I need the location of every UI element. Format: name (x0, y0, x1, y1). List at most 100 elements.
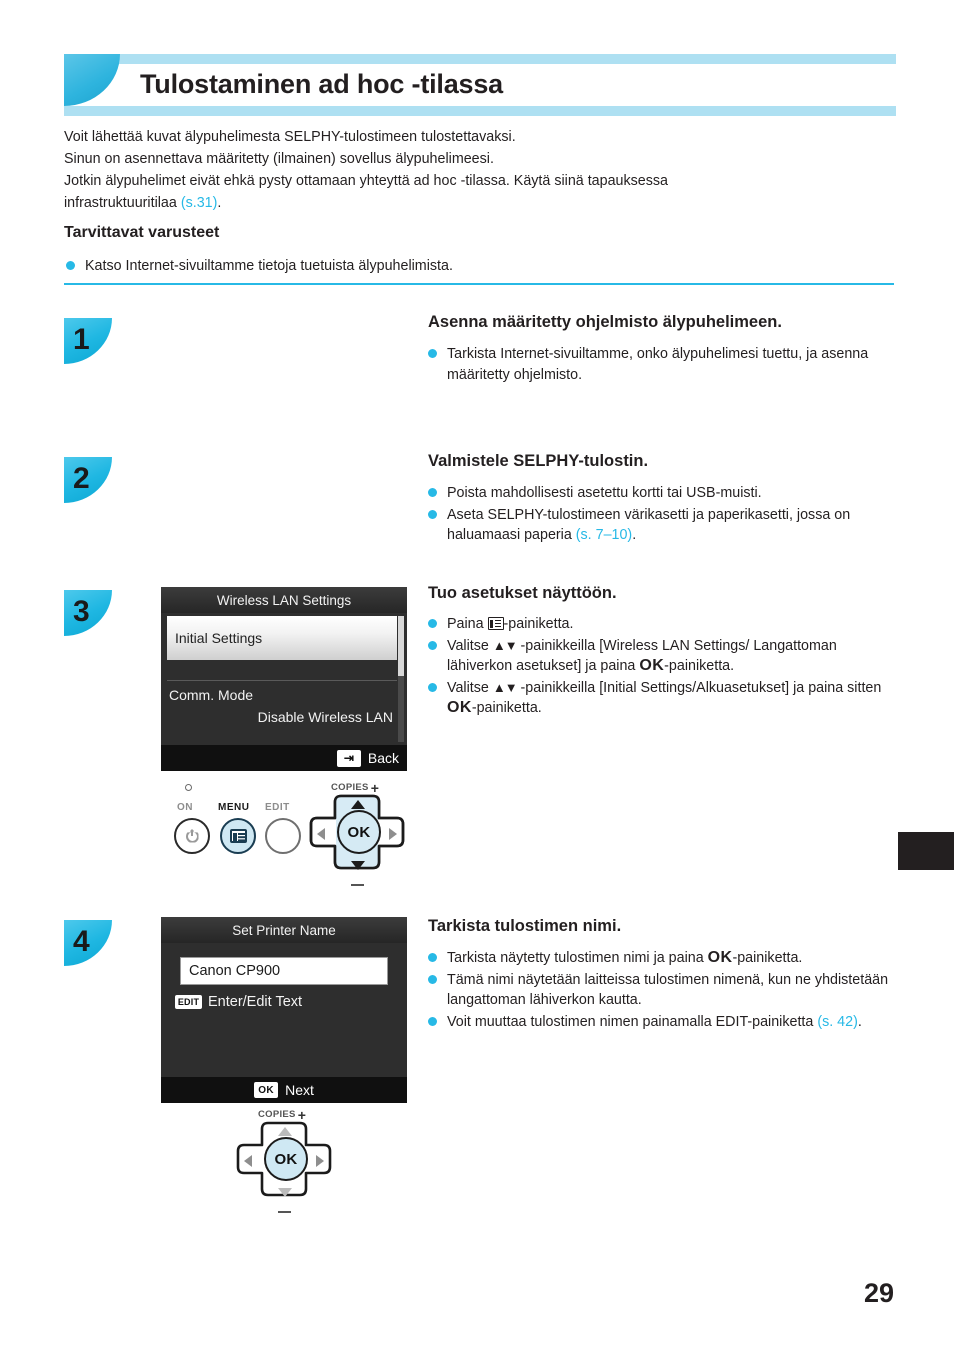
list-item: Voit muuttaa tulostimen nimen painamalla… (428, 1012, 898, 1033)
lcd-comm-mode-value: Disable Wireless LAN (257, 709, 393, 725)
requirements-bullet-text: Katso Internet-sivuiltamme tietoja tuetu… (85, 258, 453, 274)
plus-icon: + (297, 1106, 307, 1123)
lcd-footer-next-label: Next (285, 1082, 314, 1098)
lcd-scrollbar[interactable] (398, 616, 404, 742)
bullet-dot-icon (428, 488, 437, 497)
step-3-b3-pre: Valitse (447, 679, 493, 696)
printer-name-input[interactable]: Canon CP900 (180, 957, 388, 985)
lcd-footer-wireless: ⇥ Back (161, 745, 407, 771)
step-4-title: Tarkista tulostimen nimi. (428, 917, 622, 935)
up-down-arrow-icon: ▲▼ (492, 637, 518, 653)
dpad-down-arrow-icon[interactable] (278, 1188, 292, 1197)
step-badge-4: 4 (64, 920, 112, 966)
back-icon: ⇥ (336, 749, 361, 767)
copies-label: COPIES + (331, 781, 379, 795)
list-item: Poista mahdollisesti asetettu kortti tai… (428, 483, 898, 504)
step-2-title: Valmistele SELPHY-tulostin. (428, 452, 649, 470)
intro-line-3: Jotkin älypuhelimet eivät ehkä pysty ott… (64, 173, 668, 189)
requirements-heading: Tarvittavat varusteet (64, 224, 220, 241)
lcd-title-wireless: Wireless LAN Settings (161, 587, 407, 613)
lcd-footer-printer-name: OK Next (161, 1077, 407, 1103)
step-3-bullet-3: Valitse ▲▼ -painikkeilla [Initial Settin… (447, 678, 898, 719)
lcd-footer-back-label: Back (367, 750, 399, 766)
page-header-banner: Tulostaminen ad hoc -tilassa (64, 54, 896, 116)
edit-button-label: EDIT (265, 802, 290, 813)
dpad-down-arrow-icon[interactable] (351, 861, 365, 870)
bullet-dot-icon (428, 682, 437, 692)
copies-text: COPIES (258, 1109, 296, 1120)
lcd-edit-text-label: Enter/Edit Text (208, 994, 303, 1010)
bullet-dot-icon (428, 953, 437, 962)
menu-button-label: MENU (218, 802, 250, 813)
step-4-bullet-2: Tämä nimi näytetään laitteissa tulostime… (447, 971, 889, 1009)
dpad-up-arrow-icon[interactable] (351, 800, 365, 809)
page-title: Tulostaminen ad hoc -tilassa (140, 68, 503, 99)
step-3-b1-post: -painiketta. (503, 616, 574, 632)
list-item: Aseta SELPHY-tulostimeen värikasetti ja … (428, 505, 898, 546)
step-2-bullet-1: Poista mahdollisesti asetettu kortti tai… (447, 485, 762, 501)
list-item: Valitse ▲▼ -painikkeilla [Initial Settin… (428, 678, 898, 719)
page-reference-s31[interactable]: (s.31) (181, 195, 218, 211)
dpad-up-arrow-icon[interactable] (278, 1127, 292, 1136)
step-badge-1: 1 (64, 318, 112, 364)
dpad-right-arrow-icon[interactable] (389, 828, 397, 840)
intro-line-4: infrastruktuuritilaa (s.31). (64, 192, 894, 214)
bullet-dot-icon (428, 974, 437, 984)
lcd-menu-item-comm-mode[interactable]: Comm. Mode (167, 681, 397, 703)
step-3-bullet-1: Paina -painiketta. (447, 614, 898, 635)
section-divider (64, 283, 894, 285)
navigation-dpad[interactable]: COPIES + OK (236, 1108, 332, 1213)
bullet-dot-icon (428, 349, 437, 358)
lcd-screen-set-printer-name: Set Printer Name Canon CP900 EDIT Enter/… (161, 917, 407, 1103)
ok-button[interactable]: OK (264, 1137, 308, 1181)
ok-button-label: OK (707, 949, 733, 966)
list-item: Tarkista Internet-sivuiltamme, onko älyp… (428, 344, 898, 385)
step-2-list: Poista mahdollisesti asetettu kortti tai… (428, 483, 898, 547)
step-number-1: 1 (73, 323, 90, 356)
copies-label: COPIES + (258, 1106, 307, 1123)
lcd-scrollbar-thumb[interactable] (398, 616, 404, 677)
minus-icon (351, 883, 364, 886)
up-down-arrow-icon: ▲▼ (492, 679, 518, 695)
list-item: Paina -painiketta. (428, 614, 898, 635)
ok-button[interactable]: OK (337, 810, 381, 854)
step-badge-2: 2 (64, 457, 112, 503)
ok-button-label: OK (447, 699, 472, 716)
step-4-b1-pre: Tarkista näytetty tulostimen nimi ja pai… (447, 950, 708, 966)
lcd-title-printer-name: Set Printer Name (161, 917, 407, 943)
list-item: Tarkista näytetty tulostimen nimi ja pai… (428, 948, 898, 969)
step-3-bullet-2: Valitse ▲▼ -painikkeilla [Wireless LAN S… (447, 636, 898, 677)
on-button-label: ON (177, 802, 193, 813)
manual-page: Tulostaminen ad hoc -tilassa Voit lähett… (0, 0, 954, 1354)
chapter-edge-tab (898, 832, 954, 870)
intro-line-4-period: . (217, 195, 222, 211)
power-button[interactable] (174, 818, 210, 854)
copies-text: COPIES (331, 782, 369, 793)
power-icon (185, 829, 199, 843)
step-3-title: Tuo asetukset näyttöön. (428, 584, 617, 602)
dpad-left-arrow-icon[interactable] (317, 828, 325, 840)
step-number-3: 3 (73, 595, 90, 628)
navigation-dpad[interactable]: COPIES + OK (309, 781, 405, 886)
dpad-right-arrow-icon[interactable] (316, 1155, 324, 1167)
lcd-menu-item-initial-settings[interactable]: Initial Settings (167, 616, 397, 660)
ok-button-label: OK (639, 657, 665, 674)
printer-button-panel-diagram: ON MENU EDIT COPIES + OK (170, 780, 405, 886)
intro-line-1: Voit lähettää kuvat älypuhelimesta SELPH… (64, 129, 516, 145)
page-reference-s42[interactable]: (s. 42) (817, 1014, 858, 1030)
lcd-screen-wireless-lan-settings: Wireless LAN Settings Initial Settings C… (161, 587, 407, 771)
intro-paragraph: Voit lähettää kuvat älypuhelimesta SELPH… (64, 126, 894, 214)
step-badge-3: 3 (64, 590, 112, 636)
lcd-edit-text-hint[interactable]: EDIT Enter/Edit Text (175, 994, 407, 1010)
page-reference-s7-10[interactable]: (s. 7–10) (576, 527, 632, 543)
step-3-b3-mid: -painikkeilla [Initial Settings/Alkuaset… (516, 679, 882, 696)
step-2-bullet-2-period: . (632, 527, 637, 543)
step-1-title: Asenna määritetty ohjelmisto älypuhelime… (428, 313, 782, 331)
dpad-left-arrow-icon[interactable] (244, 1155, 252, 1167)
edit-button[interactable] (265, 818, 301, 854)
menu-button-icon (487, 617, 504, 630)
step-4-b3-pre: Voit muuttaa tulostimen nimen painamalla… (447, 1013, 818, 1030)
step-3-b3-post: -painiketta. (471, 700, 542, 716)
menu-button[interactable] (220, 818, 256, 854)
step-2-bullet-2-text: Aseta SELPHY-tulostimeen värikasetti ja … (447, 506, 851, 544)
